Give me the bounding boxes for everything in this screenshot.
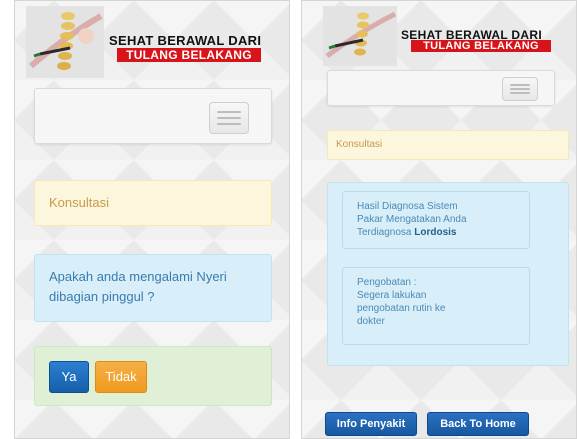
answer-panel: Ya Tidak	[34, 346, 272, 406]
back-to-home-button[interactable]: Back To Home	[427, 412, 529, 436]
question-line2: dibagian pinggul ?	[49, 289, 155, 304]
phone-screen-result: SEHAT BERAWAL DARI TULANG BELAKANG Konsu…	[301, 0, 577, 439]
no-button[interactable]: Tidak	[95, 361, 147, 393]
consultation-label: Konsultasi	[336, 139, 383, 150]
treatment-line1: Pengobatan :	[357, 277, 417, 288]
diagnosis-prefix: Terdiagnosa	[357, 227, 415, 238]
diagnosis-line3: Terdiagnosa Lordosis	[357, 226, 457, 239]
treatment-line3: pengobatan rutin ke	[357, 303, 446, 314]
diagnosis-line1: Hasil Diagnosa Sistem	[357, 201, 458, 212]
banner-title-line2: TULANG BELAKANG	[117, 48, 261, 62]
header-banner: SEHAT BERAWAL DARI TULANG BELAKANG	[14, 6, 290, 94]
yes-button[interactable]: Ya	[49, 361, 89, 393]
info-penyakit-button[interactable]: Info Penyakit	[325, 412, 417, 436]
spine-illustration-icon	[26, 6, 104, 78]
banner-title-line1: SEHAT BERAWAL DARI	[109, 33, 262, 48]
hamburger-menu-icon[interactable]	[502, 77, 538, 101]
phone-screen-question: SEHAT BERAWAL DARI TULANG BELAKANG Konsu…	[14, 0, 290, 439]
diagnosis-line2: Pakar Mengatakan Anda	[357, 214, 467, 225]
consultation-label: Konsultasi	[49, 195, 109, 210]
consultation-panel: Konsultasi	[327, 130, 569, 160]
spine-illustration-icon	[323, 6, 397, 66]
navbar	[34, 88, 272, 144]
question-panel: Apakah anda mengalami Nyeri dibagian pin…	[34, 254, 272, 322]
diagnosis-result: Lordosis	[414, 227, 457, 238]
hamburger-menu-icon[interactable]	[209, 102, 249, 134]
navbar	[327, 70, 555, 106]
diagnosis-box: Hasil Diagnosa Sistem Pakar Mengatakan A…	[342, 191, 530, 249]
banner-title-line2: TULANG BELAKANG	[411, 40, 551, 52]
treatment-line2: Segera lakukan	[357, 290, 427, 301]
result-panel: Hasil Diagnosa Sistem Pakar Mengatakan A…	[327, 182, 569, 366]
consultation-panel: Konsultasi	[34, 180, 272, 226]
treatment-line4: dokter	[357, 316, 385, 327]
question-line1: Apakah anda mengalami Nyeri	[49, 269, 227, 284]
treatment-box: Pengobatan : Segera lakukan pengobatan r…	[342, 267, 530, 345]
